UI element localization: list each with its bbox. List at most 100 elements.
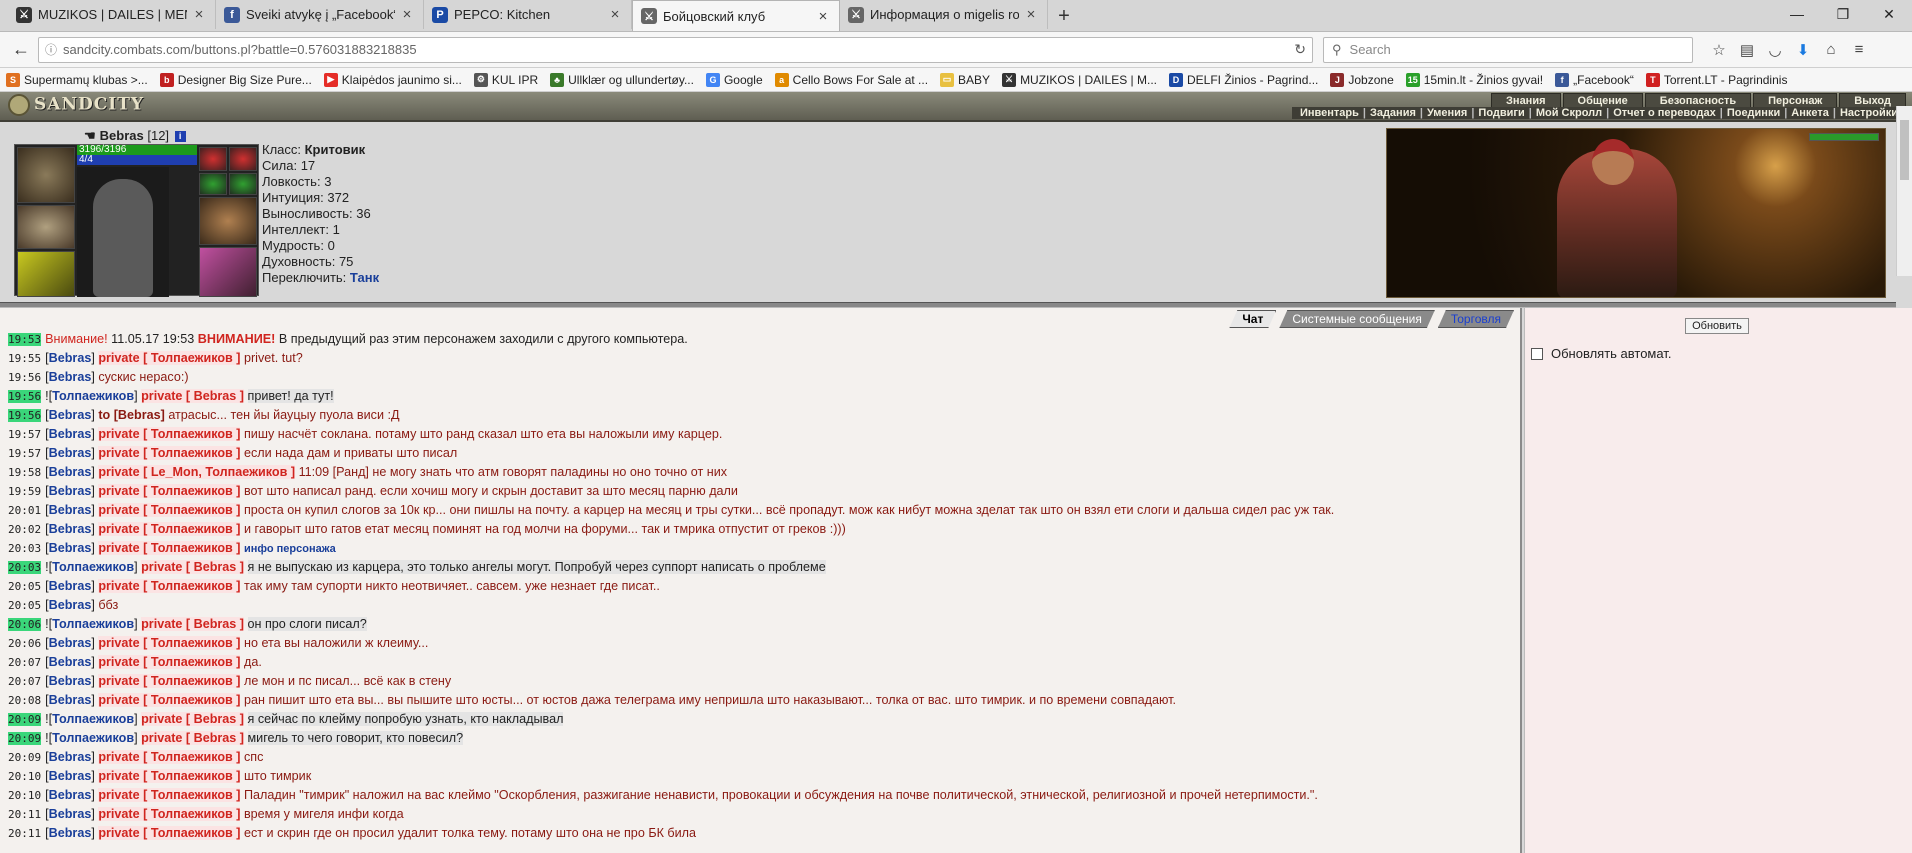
chat-sender-nick[interactable]: Bebras — [49, 750, 92, 764]
gloves-slot[interactable] — [199, 197, 257, 245]
bookmark-item[interactable]: D DELFI Žinios - Pagrind... — [1168, 72, 1318, 87]
browser-tab[interactable]: ⚔ MUZIKOS | DAILES | MENO | × — [8, 0, 216, 29]
chat-timestamp[interactable]: 20:03 — [8, 561, 42, 574]
switch-tank-link[interactable]: Танк — [350, 270, 379, 285]
bookmark-item[interactable]: ♣ Ullklær og ullundertøy... — [550, 72, 694, 87]
close-window-icon[interactable]: ✕ — [1866, 0, 1912, 28]
bookmark-item[interactable]: J Jobzone — [1330, 72, 1394, 87]
tab-close-icon[interactable]: × — [815, 8, 831, 25]
chat-private-channel[interactable]: private [ Толпаежиков ] — [98, 522, 241, 536]
chat-timestamp[interactable]: 19:55 — [8, 352, 41, 365]
chat-sender-nick[interactable]: Bebras — [49, 769, 92, 783]
chat-private-channel[interactable]: private [ Толпаежиков ] — [98, 826, 241, 840]
chat-tab[interactable]: Чат — [1229, 310, 1276, 328]
tab-close-icon[interactable]: × — [1023, 6, 1039, 23]
top-frame-scrollbar[interactable] — [1896, 106, 1912, 276]
submenu-item[interactable]: Подвиги — [1474, 107, 1528, 119]
chat-private-channel[interactable]: private [ Толпаежиков ] — [98, 750, 241, 764]
chat-private-channel[interactable]: private [ Толпаежиков ] — [98, 351, 241, 365]
chat-timestamp[interactable]: 20:09 — [8, 751, 41, 764]
chat-sender-nick[interactable]: Толпаежиков — [52, 389, 134, 403]
menu-icon[interactable]: ≡ — [1845, 37, 1873, 63]
bookmark-item[interactable]: b Designer Big Size Pure... — [159, 72, 312, 87]
bookmark-item[interactable]: S Supermamų klubas >... — [6, 72, 148, 87]
browser-tab[interactable]: f Sveiki atvykę į „Facebook“ - × — [216, 0, 424, 29]
submenu-item[interactable]: Умения — [1423, 107, 1471, 119]
chat-timestamp[interactable]: 20:08 — [8, 694, 41, 707]
submenu-item[interactable]: Инвентарь — [1296, 107, 1363, 119]
chat-timestamp[interactable]: 19:56 — [8, 371, 41, 384]
chat-sender-nick[interactable]: Bebras — [49, 351, 92, 365]
chat-private-channel[interactable]: private [ Толпаежиков ] — [98, 636, 241, 650]
ring-slot-1[interactable] — [199, 147, 227, 171]
chat-sender-nick[interactable]: Bebras — [49, 579, 92, 593]
chat-sender-nick[interactable]: Bebras — [49, 788, 92, 802]
chat-private-channel[interactable]: private [ Толпаежиков ] — [98, 503, 241, 517]
bookmark-item[interactable]: ▭ BABY — [940, 72, 990, 87]
chat-sender-nick[interactable]: Bebras — [49, 465, 92, 479]
bookmark-item[interactable]: T Torrent.LT - Pagrindinis — [1645, 72, 1787, 87]
chat-sender-nick[interactable]: Bebras — [49, 541, 92, 555]
info-icon[interactable]: ⓘ — [45, 41, 57, 58]
chat-private-channel[interactable]: private [ Толпаежиков ] — [98, 807, 241, 821]
search-input[interactable]: ⚲ Search — [1323, 36, 1693, 63]
restore-icon[interactable]: ❐ — [1820, 0, 1866, 28]
chat-sender-nick[interactable]: Bebras — [49, 408, 92, 422]
chat-sender-nick[interactable]: Bebras — [49, 636, 92, 650]
chat-timestamp[interactable]: 20:11 — [8, 808, 41, 821]
chat-timestamp[interactable]: 20:11 — [8, 827, 41, 840]
chat-sender-nick[interactable]: Bebras — [49, 503, 92, 517]
tab-close-icon[interactable]: × — [191, 6, 207, 23]
chat-sender-nick[interactable]: Bebras — [49, 674, 92, 688]
chat-private-channel[interactable]: private [ Le_Mon, Толпаежиков ] — [98, 465, 296, 479]
chat-timestamp[interactable]: 19:58 — [8, 466, 41, 479]
chat-info-link[interactable]: инфо персонажа — [244, 543, 336, 555]
chat-sender-nick[interactable]: Толпаежиков — [52, 731, 134, 745]
submenu-item[interactable]: Настройки — [1836, 107, 1902, 119]
chat-private-channel[interactable]: private [ Bebras ] — [141, 560, 244, 574]
auto-refresh-toggle[interactable]: Обновлять автомат. — [1531, 346, 1671, 361]
chat-private-channel[interactable]: private [ Толпаежиков ] — [98, 446, 241, 460]
chat-private-channel[interactable]: private [ Толпаежиков ] — [98, 693, 241, 707]
chat-timestamp[interactable]: 20:05 — [8, 599, 41, 612]
bookmark-star-icon[interactable]: ☆ — [1705, 37, 1733, 63]
ring-slot-3[interactable] — [199, 173, 227, 195]
bookmark-item[interactable]: f „Facebook“ — [1555, 72, 1634, 87]
chat-private-channel[interactable]: private [ Bebras ] — [141, 712, 244, 726]
chat-timestamp[interactable]: 19:59 — [8, 485, 41, 498]
amulet-slot[interactable] — [17, 205, 75, 249]
chat-private-channel[interactable]: private [ Толпаежиков ] — [98, 541, 241, 555]
chat-sender-nick[interactable]: Bebras — [49, 807, 92, 821]
chat-sender-nick[interactable]: Bebras — [49, 446, 92, 460]
reader-list-icon[interactable]: ▤ — [1733, 37, 1761, 63]
submenu-item[interactable]: Анкета — [1787, 107, 1833, 119]
browser-tab[interactable]: ⚔ Информация о migelis role × — [840, 0, 1048, 29]
chat-private-channel[interactable]: private [ Толпаежиков ] — [98, 655, 241, 669]
chat-private-channel[interactable]: private [ Bebras ] — [141, 617, 244, 631]
chat-timestamp[interactable]: 20:06 — [8, 637, 41, 650]
bookmark-item[interactable]: G Google — [705, 72, 763, 87]
chat-to-target[interactable]: to [Bebras] — [98, 408, 164, 422]
chat-timestamp[interactable]: 20:01 — [8, 504, 41, 517]
chat-sender-nick[interactable]: Bebras — [49, 484, 92, 498]
chat-sender-nick[interactable]: Bebras — [49, 370, 92, 384]
chat-private-channel[interactable]: private [ Толпаежиков ] — [98, 579, 241, 593]
chat-timestamp[interactable]: 20:09 — [8, 732, 42, 745]
helmet-slot[interactable] — [17, 147, 75, 203]
bookmark-item[interactable]: a Cello Bows For Sale at ... — [774, 72, 928, 87]
submenu-item[interactable]: Задания — [1366, 107, 1420, 119]
chat-sender-nick[interactable]: Bebras — [49, 826, 92, 840]
bookmark-item[interactable]: ⚔ MUZIKOS | DAILES | M... — [1002, 72, 1157, 87]
back-button[interactable]: ← — [8, 37, 34, 63]
url-bar[interactable]: ⓘ sandcity.combats.com/buttons.pl?battle… — [38, 36, 1313, 63]
chat-timestamp[interactable]: 20:02 — [8, 523, 41, 536]
refresh-button[interactable]: Обновить — [1685, 318, 1749, 334]
tab-close-icon[interactable]: × — [399, 6, 415, 23]
chat-timestamp[interactable]: 20:09 — [8, 713, 42, 726]
chat-timestamp[interactable]: 19:53 — [8, 333, 42, 346]
submenu-item[interactable]: Поединки — [1723, 107, 1784, 119]
browser-tab[interactable]: P PEPCO: Kitchen × — [424, 0, 632, 29]
reload-icon[interactable]: ↻ — [1294, 41, 1306, 58]
pocket-icon[interactable]: ◡ — [1761, 37, 1789, 63]
chat-private-channel[interactable]: private [ Bebras ] — [141, 389, 244, 403]
